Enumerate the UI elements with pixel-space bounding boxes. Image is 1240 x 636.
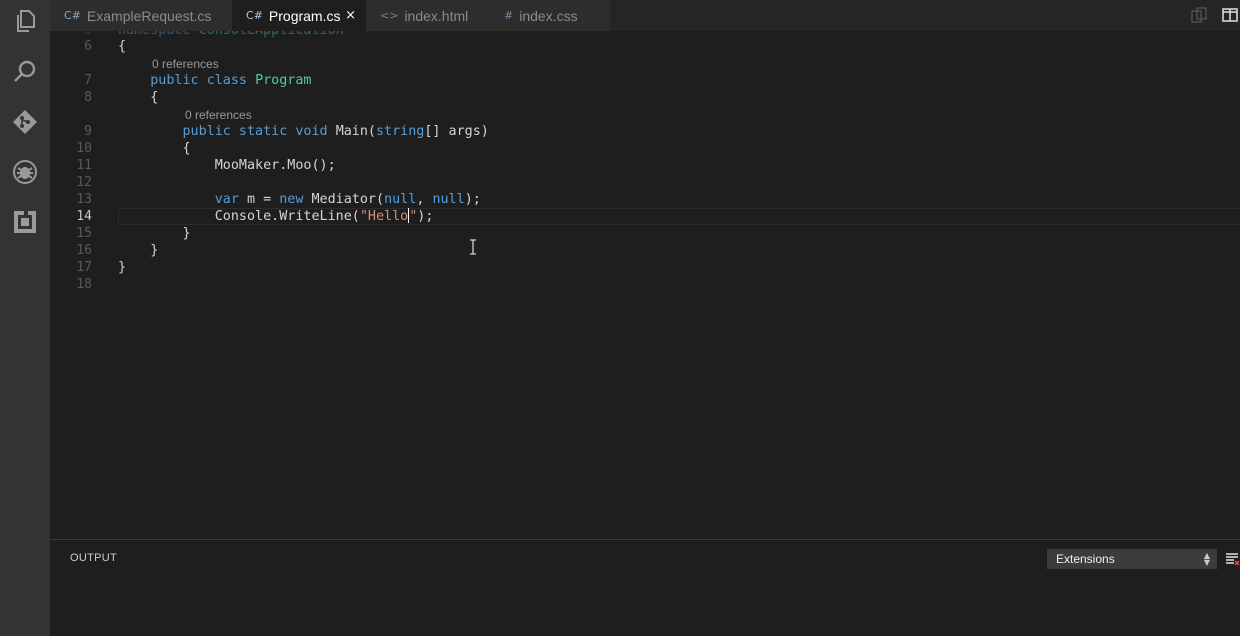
code-line: } xyxy=(118,226,191,241)
line-number: 15 xyxy=(76,226,92,241)
line-number: 18 xyxy=(76,277,92,292)
panel-title: OUTPUT xyxy=(70,552,118,564)
codelens-references[interactable]: 0 references xyxy=(185,108,252,122)
line-number: 12 xyxy=(76,175,92,190)
line-number: 14 xyxy=(76,209,92,224)
clear-output-icon[interactable] xyxy=(1224,551,1240,567)
code-line: { xyxy=(118,39,127,54)
code-editor[interactable]: 5 namespace ConsoleApplication 6 { 0 ref… xyxy=(50,31,1240,539)
line-number: 13 xyxy=(76,192,92,207)
git-icon[interactable] xyxy=(11,108,39,136)
line-number: 9 xyxy=(84,124,92,139)
tab-bar: C# ExampleRequest.cs C# Program.cs × <> … xyxy=(50,0,1240,31)
output-channel-select[interactable]: Extensions ▲ ▼ xyxy=(1047,549,1217,569)
line-number: 10 xyxy=(76,141,92,156)
tab-examplerequest[interactable]: C# ExampleRequest.cs xyxy=(50,0,232,31)
csharp-file-icon: C# xyxy=(64,9,81,22)
close-icon[interactable]: × xyxy=(345,8,356,23)
csharp-file-icon: C# xyxy=(246,9,263,22)
code-line: namespace ConsoleApplication xyxy=(118,31,344,39)
tab-program[interactable]: C# Program.cs × xyxy=(232,0,366,31)
line-number: 11 xyxy=(76,158,92,173)
code-line: { xyxy=(118,90,159,105)
activity-bar xyxy=(0,0,50,636)
selected-channel: Extensions xyxy=(1056,552,1115,566)
tab-label: index.css xyxy=(519,7,578,24)
css-file-icon: # xyxy=(504,9,514,22)
code-line: } xyxy=(118,243,159,258)
tab-index-css[interactable]: # index.css xyxy=(490,0,610,31)
extensions-icon[interactable] xyxy=(11,208,39,236)
ibeam-cursor-icon xyxy=(470,239,476,255)
explorer-icon[interactable] xyxy=(11,7,39,35)
search-icon[interactable] xyxy=(11,58,39,86)
code-line: { xyxy=(118,141,191,156)
code-line: Console.WriteLine("Hello"); xyxy=(118,208,434,224)
tab-label: ExampleRequest.cs xyxy=(86,7,212,24)
split-editor-icon[interactable] xyxy=(1222,7,1238,23)
tab-index-html[interactable]: <> index.html xyxy=(366,0,490,31)
debug-icon[interactable] xyxy=(11,158,39,186)
code-line: public class Program xyxy=(150,73,312,88)
code-line: MooMaker.Moo(); xyxy=(118,158,336,173)
output-panel: OUTPUT Extensions ▲ ▼ xyxy=(50,539,1240,636)
tab-label: index.html xyxy=(404,7,469,24)
line-number: 6 xyxy=(84,39,92,54)
line-number: 7 xyxy=(84,73,92,88)
open-changes-icon[interactable] xyxy=(1191,7,1207,23)
line-number: 16 xyxy=(76,243,92,258)
tab-label: Program.cs xyxy=(268,7,341,24)
codelens-references[interactable]: 0 references xyxy=(152,57,219,71)
select-updown-icon: ▲ ▼ xyxy=(1203,551,1210,567)
html-file-icon: <> xyxy=(380,9,399,22)
line-number: 17 xyxy=(76,260,92,275)
line-number: 8 xyxy=(84,90,92,105)
code-line: var m = new Mediator(null, null); xyxy=(214,192,481,207)
code-line: } xyxy=(118,260,127,275)
code-line: public static void Main(string[] args) xyxy=(182,124,489,139)
